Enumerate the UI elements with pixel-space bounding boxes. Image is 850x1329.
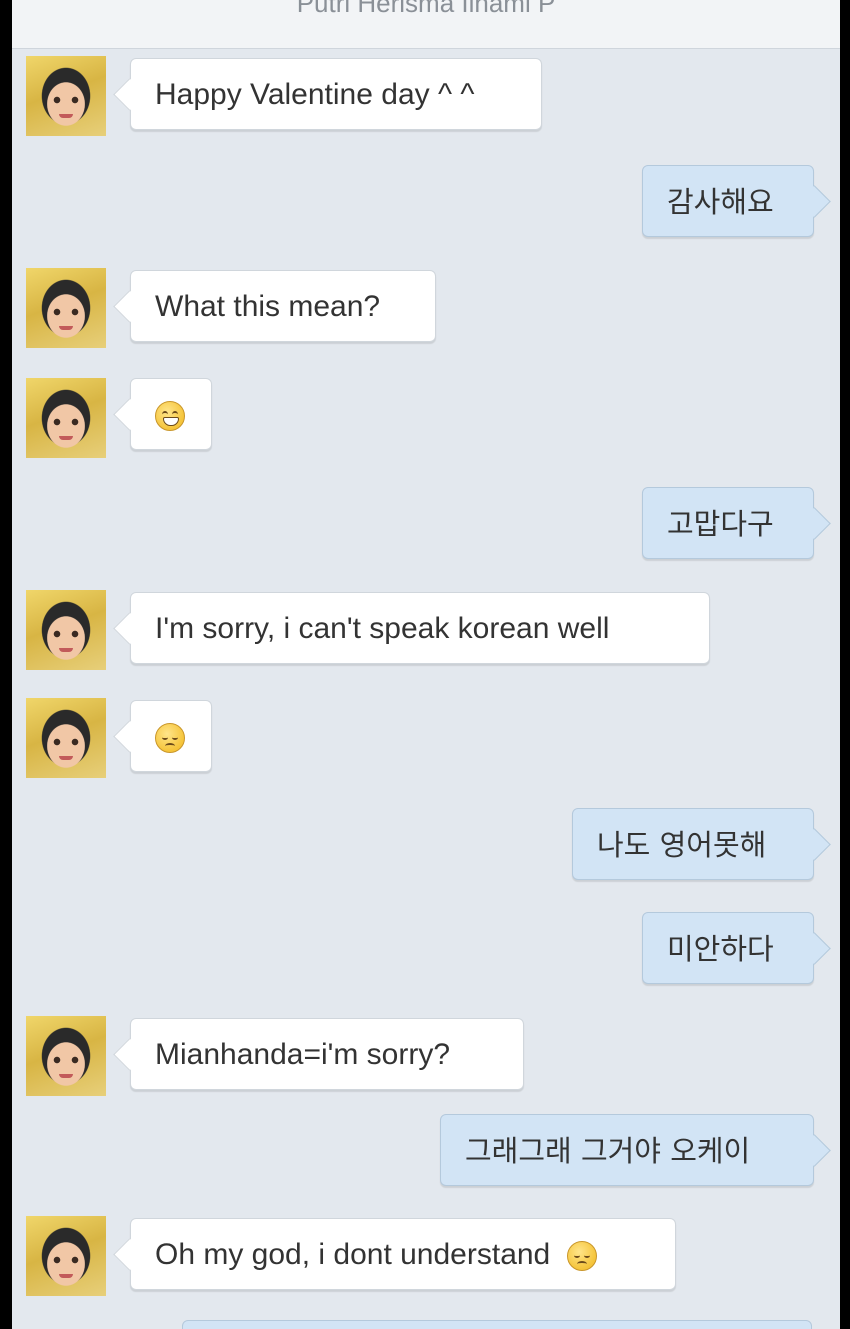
incoming-message-bubble[interactable] [130,700,212,772]
incoming-message-bubble[interactable] [130,378,212,450]
message-text: Mianhanda=i'm sorry? [155,1038,451,1071]
disappointed-face-emoji-icon [566,1241,597,1272]
outgoing-message-bubble[interactable]: 고맙다구 [642,487,814,559]
message-text: 고맙다구 [667,507,774,541]
contact-avatar[interactable] [26,590,106,670]
incoming-message-bubble[interactable]: Happy Valentine day ^ ^ [130,58,542,130]
message-text: I'm sorry, i can't speak korean well [155,612,610,645]
outgoing-message-bubble[interactable]: 미안하다 [642,912,814,984]
contact-avatar[interactable] [26,378,106,458]
outgoing-message-bubble[interactable]: 감사해요 [642,165,814,237]
message-text: Oh my god, i dont understand [155,1238,551,1271]
chat-screen: Putri Herisma Ilhami P Happy Valentine d… [12,0,840,1329]
chat-header: Putri Herisma Ilhami P [12,0,840,49]
incoming-message-bubble[interactable]: What this mean? [130,270,436,342]
contact-avatar[interactable] [26,698,106,778]
disappointed-face-emoji-icon [155,723,185,754]
incoming-message-bubble[interactable]: I'm sorry, i can't speak korean well [130,592,710,664]
message-text: 감사해요 [667,185,774,219]
incoming-message-bubble[interactable]: Mianhanda=i'm sorry? [130,1018,524,1090]
message-text: 미안하다 [667,932,774,966]
contact-avatar[interactable] [26,268,106,348]
message-text: 그래그래 그거야 오케이 [465,1134,751,1168]
outgoing-message-bubble-partial[interactable] [182,1320,812,1329]
grinning-face-emoji-icon [155,401,185,432]
message-text: 나도 영어못해 [597,828,767,862]
outgoing-message-bubble[interactable]: 그래그래 그거야 오케이 [440,1114,814,1186]
contact-avatar[interactable] [26,1016,106,1096]
contact-avatar[interactable] [26,1216,106,1296]
contact-avatar[interactable] [26,56,106,136]
contact-name[interactable]: Putri Herisma Ilhami P [12,0,840,19]
incoming-message-bubble[interactable]: Oh my god, i dont understand [130,1218,676,1290]
message-text: What this mean? [155,290,381,323]
message-text: Happy Valentine day ^ ^ [155,78,475,111]
outgoing-message-bubble[interactable]: 나도 영어못해 [572,808,814,880]
